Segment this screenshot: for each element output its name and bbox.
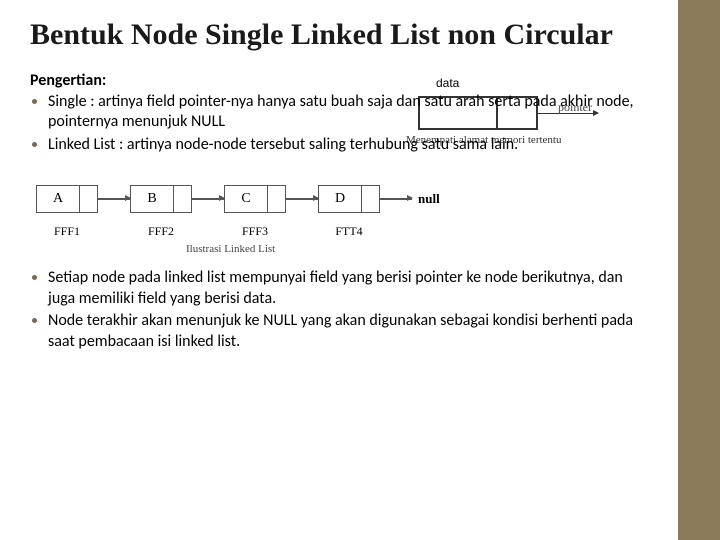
ll-node: B (130, 185, 192, 213)
bullet-text: Setiap node pada linked list mempunyai f… (48, 268, 623, 308)
definition-list: Single : artinya field pointer-nya hanya… (30, 92, 648, 156)
ll-address: FTT4 (318, 224, 380, 239)
bullet-text: Linked List : artinya node-node tersebut… (48, 135, 518, 154)
bullet-item: Node terakhir akan menunjuk ke NULL yang… (30, 311, 648, 353)
linked-list-caption: Ilustrasi Linked List (186, 243, 648, 255)
ll-address: FFF1 (36, 224, 98, 239)
explanation-list: Setiap node pada linked list mempunyai f… (30, 268, 648, 353)
ll-node-data: D (318, 185, 362, 213)
side-stripe (678, 0, 720, 540)
ll-address: FFF2 (130, 224, 192, 239)
linked-list-addresses: FFF1 FFF2 FFF3 FTT4 (36, 224, 648, 239)
ll-node-pointer (80, 185, 98, 213)
bullet-item: Setiap node pada linked list mempunyai f… (30, 268, 648, 310)
ll-arrow-icon (286, 198, 318, 200)
ll-node: A (36, 185, 98, 213)
ll-node-data: C (224, 185, 268, 213)
bullet-item: Single : artinya field pointer-nya hanya… (30, 92, 648, 134)
ll-node-data: B (130, 185, 174, 213)
ll-null-label: null (418, 191, 440, 207)
slide-title: Bentuk Node Single Linked List non Circu… (30, 18, 648, 53)
ll-arrow-icon (380, 198, 412, 200)
ll-node: D (318, 185, 380, 213)
slide-content: Bentuk Node Single Linked List non Circu… (0, 0, 678, 540)
bullet-item: Linked List : artinya node-node tersebut… (30, 135, 648, 156)
ll-node-pointer (174, 185, 192, 213)
ll-node-pointer (268, 185, 286, 213)
linked-list-figure: A B C D null FFF1 FFF2 FFF3 (36, 182, 648, 260)
bullet-dot-icon (32, 99, 37, 104)
linked-list-row: A B C D null (36, 182, 648, 216)
bullet-dot-icon (32, 142, 37, 147)
ll-node-data: A (36, 185, 80, 213)
ll-arrow-icon (98, 198, 130, 200)
ll-node-pointer (362, 185, 380, 213)
bullet-dot-icon (32, 318, 37, 323)
bullet-dot-icon (32, 275, 37, 280)
node-data-label: data (436, 76, 459, 90)
ll-arrow-icon (192, 198, 224, 200)
ll-node: C (224, 185, 286, 213)
bullet-text: Node terakhir akan menunjuk ke NULL yang… (48, 311, 633, 351)
ll-address: FFF3 (224, 224, 286, 239)
bullet-text: Single : artinya field pointer-nya hanya… (48, 92, 634, 132)
